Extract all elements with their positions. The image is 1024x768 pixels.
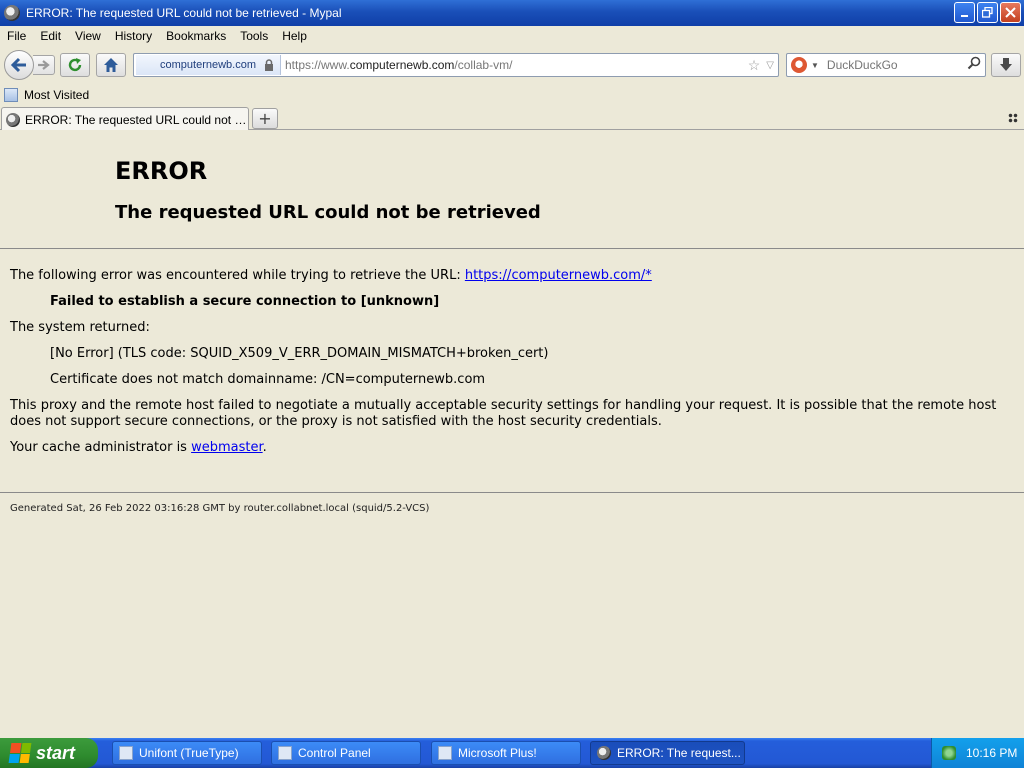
network-tray-icon[interactable] <box>942 746 956 760</box>
window-controls <box>954 2 1021 23</box>
url-domain: computernewb.com <box>349 58 455 72</box>
taskbar: start Unifont (TrueType) Control Panel M… <box>0 738 1024 768</box>
taskbar-item-control-panel[interactable]: Control Panel <box>271 741 421 765</box>
menu-history[interactable]: History <box>108 29 159 43</box>
close-icon <box>1005 7 1016 18</box>
download-arrow-icon <box>1000 58 1012 71</box>
page-content: ERROR The requested URL could not be ret… <box>0 130 1024 738</box>
clock[interactable]: 10:16 PM <box>966 746 1017 760</box>
menu-edit[interactable]: Edit <box>33 29 68 43</box>
error-failure: Failed to establish a secure connection … <box>50 294 440 309</box>
new-tab-button[interactable]: + <box>252 108 278 129</box>
lock-icon <box>265 59 273 71</box>
system-returned-label: The system returned: <box>10 320 150 335</box>
minimize-button[interactable] <box>954 2 975 23</box>
url-dropdown-icon[interactable]: ▽ <box>766 60 774 71</box>
menu-bookmarks[interactable]: Bookmarks <box>159 29 233 43</box>
cache-admin-suffix: . <box>262 440 267 455</box>
back-button[interactable] <box>4 50 34 80</box>
taskbar-item-label: Unifont (TrueType) <box>139 746 239 760</box>
search-input[interactable] <box>826 58 967 72</box>
most-visited-bookmark[interactable]: Most Visited <box>24 88 89 102</box>
menu-view[interactable]: View <box>68 29 108 43</box>
downloads-button[interactable] <box>991 53 1021 77</box>
address-bar[interactable]: computernewb.com https://www.computernew… <box>133 53 779 77</box>
restore-icon <box>982 7 993 18</box>
reload-icon <box>68 58 82 72</box>
taskbar-item-label: Microsoft Plus! <box>458 746 537 760</box>
taskbar-item-label: Control Panel <box>298 746 371 760</box>
bottom-divider <box>0 492 1024 493</box>
tab-error-page[interactable]: ERROR: The requested URL could not be re… <box>1 107 249 131</box>
bookmark-star-icon[interactable]: ☆ <box>748 57 761 74</box>
taskbar-item-mypal[interactable]: ERROR: The request... <box>590 741 745 765</box>
url-text[interactable]: https://www.computernewb.com/collab-vm/ <box>285 58 512 72</box>
error-intro-text: The following error was encountered whil… <box>10 268 465 283</box>
search-icon[interactable] <box>967 56 981 73</box>
font-file-icon <box>119 746 133 760</box>
home-icon <box>104 58 118 72</box>
error-body: The following error was encountered whil… <box>10 268 1010 466</box>
webmaster-link[interactable]: webmaster <box>191 440 263 455</box>
control-panel-icon <box>278 746 292 760</box>
url-path: /collab-vm/ <box>454 58 513 72</box>
taskbar-item-microsoft-plus[interactable]: Microsoft Plus! <box>431 741 581 765</box>
plus-icon: + <box>258 109 272 128</box>
close-button[interactable] <box>1000 2 1021 23</box>
search-engine-dropdown-icon[interactable]: ▼ <box>811 61 819 70</box>
reload-button[interactable] <box>60 53 90 77</box>
menu-help[interactable]: Help <box>275 29 314 43</box>
error-intro: The following error was encountered whil… <box>10 268 1010 284</box>
back-arrow-icon <box>10 57 26 73</box>
site-identity-button[interactable]: computernewb.com <box>136 55 281 75</box>
top-divider <box>0 248 1024 249</box>
url-prefix: https://www. <box>285 58 350 72</box>
error-explanation: This proxy and the remote host failed to… <box>10 398 997 429</box>
most-visited-folder-icon <box>4 88 18 102</box>
navigation-toolbar: computernewb.com https://www.computernew… <box>0 46 1024 84</box>
taskbar-item-unifont[interactable]: Unifont (TrueType) <box>112 741 262 765</box>
tab-label: ERROR: The requested URL could not be re… <box>25 112 248 127</box>
restore-button[interactable] <box>977 2 998 23</box>
menu-bar: File Edit View History Bookmarks Tools H… <box>0 26 1024 46</box>
cache-admin-prefix: Your cache administrator is <box>10 440 192 455</box>
tab-strip: ERROR: The requested URL could not be re… <box>0 106 1024 131</box>
forward-button[interactable] <box>33 55 55 75</box>
bookmarks-toolbar: Most Visited <box>0 84 1024 106</box>
error-url-link[interactable]: https://computernewb.com/* <box>465 268 652 283</box>
all-tabs-icon[interactable] <box>1008 113 1018 123</box>
microsoft-plus-icon <box>438 746 452 760</box>
cache-admin-line: Your cache administrator is webmaster. <box>10 440 1010 456</box>
error-heading: ERROR <box>115 157 208 185</box>
home-button[interactable] <box>96 53 126 77</box>
mypal-app-icon <box>4 5 20 21</box>
window-title: ERROR: The requested URL could not be re… <box>26 6 342 20</box>
error-subheading: The requested URL could not be retrieved <box>115 202 541 223</box>
minimize-icon <box>960 14 968 17</box>
window-titlebar[interactable]: ERROR: The requested URL could not be re… <box>0 0 1024 26</box>
url-actions: ☆ ▽ <box>748 57 774 74</box>
mypal-icon <box>597 746 611 760</box>
system-tray: 10:16 PM <box>931 738 1024 768</box>
generated-footer: Generated Sat, 26 Feb 2022 03:16:28 GMT … <box>10 503 430 514</box>
tab-favicon-icon <box>6 112 20 127</box>
forward-arrow-icon <box>37 60 50 70</box>
duckduckgo-icon[interactable] <box>791 57 807 73</box>
taskbar-item-label: ERROR: The request... <box>617 746 741 760</box>
site-identity-label: computernewb.com <box>160 59 256 71</box>
menu-tools[interactable]: Tools <box>233 29 275 43</box>
windows-logo-icon <box>8 743 32 763</box>
start-label: start <box>36 742 76 763</box>
search-bar[interactable]: ▼ <box>786 53 986 77</box>
tls-error-code: [No Error] (TLS code: SQUID_X509_V_ERR_D… <box>50 346 549 361</box>
certificate-mismatch: Certificate does not match domainname: /… <box>50 372 486 387</box>
menu-file[interactable]: File <box>0 29 33 43</box>
start-button[interactable]: start <box>0 738 98 768</box>
